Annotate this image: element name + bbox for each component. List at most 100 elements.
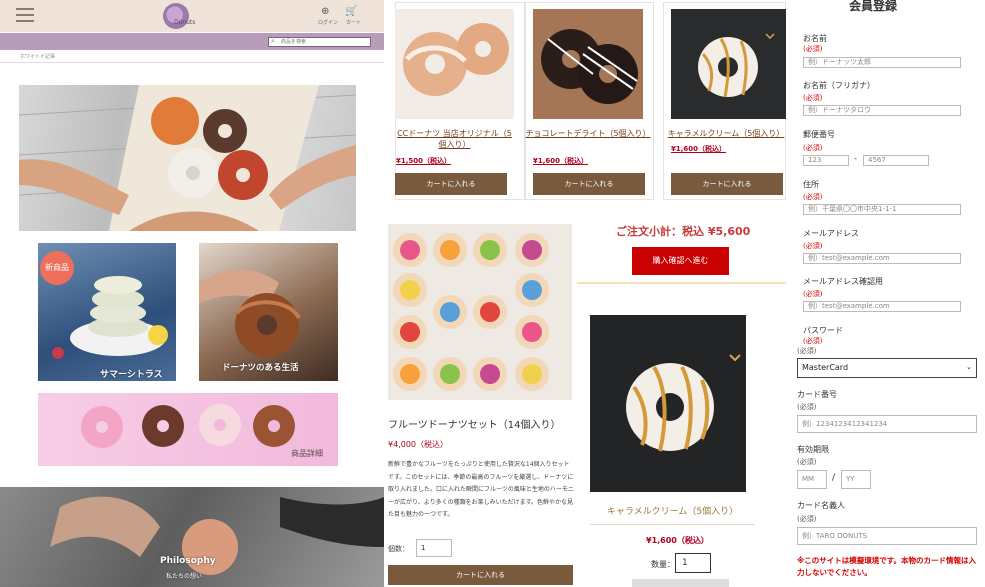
- kana-label: お名前（フリガナ）: [803, 81, 875, 90]
- expiry-slash: /: [832, 473, 836, 483]
- shop-panel: CCドーナツ 当店オリジナル（5個入り） ¥1,500（税込） カートに入れる …: [384, 0, 786, 587]
- product-price-caramel: ¥1,600（税込）: [671, 145, 727, 153]
- card-number-input[interactable]: 例）1234123412341234: [797, 415, 977, 433]
- add-to-cart-button[interactable]: カートに入れる: [388, 565, 573, 585]
- email-label: メールアドレス: [803, 229, 859, 238]
- fruit-set-price: ¥4,000（税込）: [388, 440, 448, 449]
- quantity-input[interactable]: 1: [416, 539, 452, 557]
- caramel-detail-price: ¥1,600（税込）: [646, 536, 709, 545]
- name-label: お名前: [803, 34, 827, 43]
- zip-input-2[interactable]: 4567: [863, 155, 929, 166]
- address-label: 住所: [803, 180, 819, 189]
- breadcrumb[interactable]: ホワイトイ記事: [20, 53, 55, 60]
- quantity-label: 個数：: [388, 545, 409, 553]
- card-brand-select[interactable]: MasterCard ⌄: [797, 358, 977, 378]
- fruit-topping: [522, 364, 542, 384]
- quantity-label: 数量：: [651, 560, 675, 569]
- email-confirm-label: メールアドレス確認用: [803, 277, 883, 286]
- required-mark: (必須): [803, 94, 823, 102]
- fruit-topping: [480, 364, 500, 384]
- required-mark: (必須): [803, 337, 823, 345]
- add-to-cart-button[interactable]: [632, 579, 729, 587]
- search-input[interactable]: 商品を検索: [268, 37, 371, 47]
- quantity-input[interactable]: 1: [675, 553, 711, 573]
- fruit-set-description: 新鮮で豊かなフルーツをたっぷりと使用した贅沢な14個入りセットです。このセットに…: [388, 461, 574, 518]
- card-holder-label: カード名義人: [797, 501, 845, 510]
- required-mark: (必須): [797, 347, 817, 355]
- product-name-cc[interactable]: CCドーナツ 当店オリジナル（5個入り）: [395, 128, 514, 150]
- card-number-label: カード番号: [797, 390, 837, 399]
- card-holder-input[interactable]: 例）TARO DONUTS: [797, 527, 977, 545]
- fruit-topping: [480, 302, 500, 322]
- kana-input[interactable]: 例）ドーナツタロウ: [803, 105, 961, 116]
- philosophy-subtitle: 私たちの想い: [166, 573, 203, 580]
- caramel-donut-image: [698, 33, 775, 98]
- login-icon[interactable]: ⊕: [321, 6, 329, 17]
- add-to-cart-button[interactable]: カートに入れる: [395, 173, 507, 195]
- address-input[interactable]: 例）千葉県〇〇市中央1-1-1: [803, 204, 961, 215]
- fruit-topping: [400, 240, 420, 260]
- zip-label: 郵便番号: [803, 130, 835, 139]
- expiry-year-input[interactable]: YY: [841, 470, 871, 489]
- new-product-badge: 新商品: [40, 251, 74, 285]
- caramel-detail-image[interactable]: [590, 315, 746, 492]
- product-price-chocolate: ¥1,600（税込）: [533, 157, 589, 165]
- chevron-down-icon: ⌄: [966, 363, 972, 371]
- required-mark: (必須): [803, 193, 823, 201]
- product-name-caramel[interactable]: キャラメルクリーム（5個入り）: [666, 128, 786, 139]
- donut-life-label: ドーナツのある生活: [222, 363, 299, 373]
- email-confirm-input[interactable]: 例）test@example.com: [803, 301, 961, 312]
- hamburger-menu-icon[interactable]: [16, 8, 34, 22]
- fruit-topping: [522, 280, 542, 300]
- hero-donuts-illustration: [19, 85, 356, 231]
- fruit-topping: [440, 302, 460, 322]
- zip-dash: -: [854, 154, 857, 163]
- email-input[interactable]: 例）test@example.com: [803, 253, 961, 264]
- divider: [590, 524, 755, 525]
- registration-form-panel: 会員登録 お名前 (必須) 例）ドーナッツ太郎 お名前（フリガナ） (必須) 例…: [786, 0, 985, 587]
- divider: [0, 62, 384, 63]
- fruit-donut-set-image[interactable]: [388, 224, 572, 400]
- fruit-topping: [480, 240, 500, 260]
- product-price-cc: ¥1,500（税込）: [396, 157, 452, 165]
- product-image-cc[interactable]: [395, 9, 514, 119]
- fruit-topping: [440, 240, 460, 260]
- product-image-chocolate[interactable]: [533, 9, 643, 119]
- password-label: パスワード: [803, 326, 843, 335]
- expiry-label: 有効期限: [797, 445, 829, 454]
- zip-input-1[interactable]: 123: [803, 155, 849, 166]
- hero-image[interactable]: [19, 85, 356, 231]
- fruit-topping: [400, 280, 420, 300]
- fruit-donuts-grid: [393, 233, 549, 391]
- glazed-donuts-image: [403, 23, 509, 96]
- caramel-donut-large: [626, 354, 741, 452]
- add-to-cart-button[interactable]: カートに入れる: [533, 173, 645, 195]
- product-name-chocolate[interactable]: チョコレートデライト（5個入り）: [525, 128, 651, 139]
- card-brand-value: MasterCard: [802, 363, 849, 372]
- caramel-detail-title: キャラメルクリーム（5個入り）: [606, 507, 739, 517]
- cart-icon[interactable]: 🛒: [345, 6, 357, 17]
- philosophy-title: Philosophy: [160, 556, 216, 566]
- fruit-set-title: フルーツドーナツセット（14個入り）: [388, 420, 561, 431]
- subtotal-label: ご注文小計：税込 ¥5,600: [616, 225, 751, 238]
- fruit-topping: [522, 322, 542, 342]
- add-to-cart-button[interactable]: カートに入れる: [671, 173, 783, 195]
- fruit-topping: [400, 364, 420, 384]
- required-mark: (必須): [803, 45, 823, 53]
- cart-label[interactable]: カート: [346, 19, 361, 26]
- fruit-topping: [440, 364, 460, 384]
- required-mark: (必須): [803, 144, 823, 152]
- page-title: 会員登録: [849, 0, 898, 13]
- login-label[interactable]: ログイン: [318, 19, 338, 26]
- expiry-month-input[interactable]: MM: [797, 470, 827, 489]
- name-input[interactable]: 例）ドーナッツ太郎: [803, 57, 961, 68]
- required-mark: (必須): [797, 515, 817, 523]
- proceed-to-checkout-button[interactable]: 購入確認へ進む: [632, 247, 729, 275]
- homepage-panel: Donuts ⊕ ログイン 🛒 カート 商品を検索 ⌕ ホワイトイ記事 新商品 …: [0, 0, 384, 587]
- mock-site-warning: ※このサイトは模擬環境です。本物のカード情報は入力しないでください。: [797, 556, 977, 577]
- product-image-caramel[interactable]: [671, 9, 786, 119]
- fruit-topping: [522, 240, 542, 260]
- product-detail-label: 商品詳細: [291, 449, 323, 458]
- required-mark: (必須): [797, 458, 817, 466]
- chocolate-donuts-image: [541, 29, 638, 104]
